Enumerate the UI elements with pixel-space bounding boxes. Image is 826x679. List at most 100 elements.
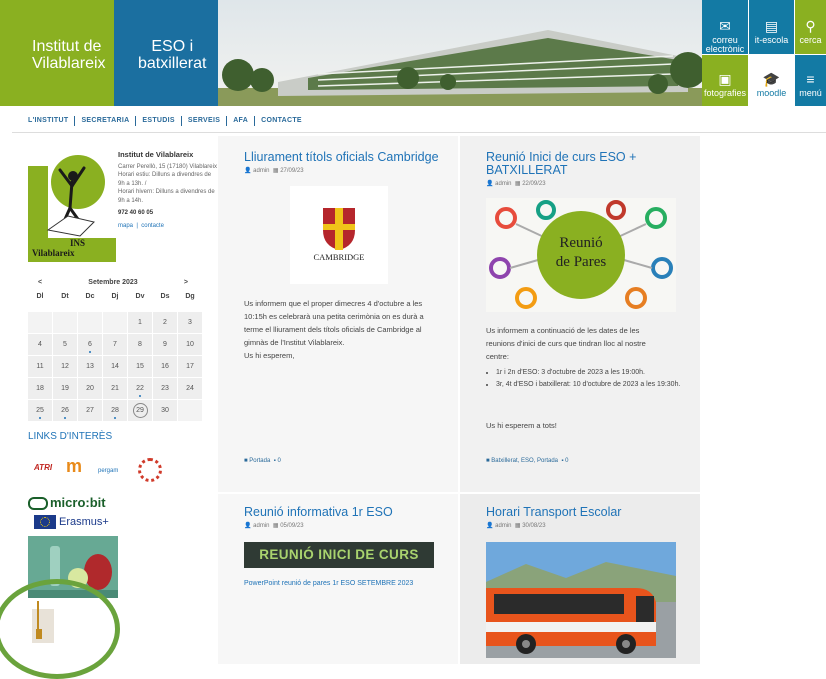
calendar-day-number: 30 [161, 407, 169, 414]
post-author[interactable]: admin [253, 168, 269, 174]
event-dot [39, 417, 41, 419]
email-tile[interactable]: ✉ correu electrònic [702, 0, 748, 54]
calendar-day-number: 22 [136, 385, 144, 392]
post-author[interactable]: admin [495, 523, 511, 529]
post-body: Us informem a continuació de les dates d… [486, 326, 646, 361]
nav-contacte[interactable]: CONTACTE [254, 116, 308, 126]
calendar-day[interactable]: 26 [53, 400, 77, 421]
cambridge-label: CAMBRIDGE [313, 252, 365, 262]
menu-tile[interactable]: ≡ menú [795, 55, 826, 106]
bullet-item: 3r, 4t d'ESO i batxillerat: 10 d'octubre… [496, 380, 684, 390]
school-logo-block[interactable]: Institut de Vilablareix [0, 0, 114, 106]
calendar-day-number: 28 [111, 407, 119, 414]
calendar-day[interactable]: 25 [28, 400, 52, 421]
post-comments[interactable]: 0 [277, 458, 280, 464]
calendar-day[interactable]: 13 [78, 356, 102, 377]
calendar-day[interactable]: 28 [103, 400, 127, 421]
school-bus-image[interactable] [486, 542, 676, 658]
post-author[interactable]: admin [495, 181, 511, 187]
bullet-item: 1r i 2n d'ESO: 3 d'octubre de 2023 a les… [496, 368, 684, 378]
pergam-logo[interactable]: pergam [98, 468, 118, 474]
calendar-day-number: 3 [188, 319, 192, 326]
calendar-day-header: Dg [185, 293, 195, 300]
calendar-next-button[interactable]: > [184, 279, 198, 286]
eu-flag-icon [34, 515, 56, 529]
nav-estudis[interactable]: ESTUDIS [135, 116, 180, 126]
calendar-day[interactable]: 10 [178, 334, 202, 355]
calendar-day[interactable]: 30 [153, 400, 177, 421]
moodle-link-logo[interactable]: m [66, 456, 82, 477]
calendar-day[interactable]: 21 [103, 378, 127, 399]
calendar-month: Setembre 2023 [88, 278, 138, 286]
calendar-day[interactable]: 22 [128, 378, 152, 399]
calendar-day[interactable]: 14 [103, 356, 127, 377]
calendar-prev-button[interactable]: < [28, 279, 42, 286]
photos-label: fotografies [703, 88, 747, 98]
calendar-day-number: 5 [63, 341, 67, 348]
calendar-day[interactable]: 29 [128, 400, 152, 421]
erasmus-link[interactable]: Erasmus+ [34, 515, 109, 529]
calendar-day[interactable]: 18 [28, 378, 52, 399]
wheel-logo-icon[interactable] [138, 458, 162, 482]
microbit-link[interactable]: micro:bit [28, 495, 106, 511]
studies-block[interactable]: ESO i batxillerat [114, 0, 218, 106]
calendar-day[interactable]: 5 [53, 334, 77, 355]
post-body-link[interactable]: PowerPoint reunió de pares 1r ESO SETEMB… [244, 578, 434, 590]
school-hours-winter: Horari hivern: Dilluns a divendres de 9h… [118, 189, 215, 204]
calendar-day[interactable]: 17 [178, 356, 202, 377]
post-title[interactable]: Reunió Inici de curs ESO + BATXILLERAT [486, 151, 666, 177]
calendar-day[interactable]: 16 [153, 356, 177, 377]
photos-tile[interactable]: ▣ fotografies [702, 55, 748, 106]
post-author[interactable]: admin [253, 523, 269, 529]
post-title[interactable]: Reunió informativa 1r ESO [244, 506, 454, 519]
post-category[interactable]: Portada [249, 458, 270, 464]
calendar-day[interactable]: 3 [178, 312, 202, 333]
calendar-icon: ▦ [272, 168, 279, 174]
calendar-day-number: 25 [36, 407, 44, 414]
search-label: cerca [799, 35, 822, 45]
calendar-day[interactable]: 8 [128, 334, 152, 355]
calendar-day[interactable]: 11 [28, 356, 52, 377]
reunio-inici-curs-image[interactable]: REUNIÓ INICI DE CURS [244, 542, 434, 568]
calendar-day[interactable]: 9 [153, 334, 177, 355]
moodle-label: moodle [756, 88, 787, 98]
post-meta: 👤 admin ▦ 27/09/23 [244, 167, 304, 174]
cambridge-image[interactable]: CAMBRIDGE [290, 186, 388, 284]
reunio-pares-image[interactable]: Reunió de Pares [486, 198, 676, 312]
calendar-day[interactable]: 24 [178, 378, 202, 399]
calendar-day[interactable]: 4 [28, 334, 52, 355]
post-title[interactable]: Lliurament títols oficials Cambridge [244, 151, 454, 164]
calendar-day[interactable]: 7 [103, 334, 127, 355]
calendar-day-number: 11 [36, 363, 44, 370]
map-link[interactable]: mapa [118, 223, 133, 229]
calendar-day[interactable]: 12 [53, 356, 77, 377]
calendar-day[interactable]: 6 [78, 334, 102, 355]
ins-logo-text2: Vilablareix [32, 248, 75, 258]
nav-serveis[interactable]: SERVEIS [180, 116, 226, 126]
calendar-day[interactable]: 2 [153, 312, 177, 333]
nav-secretaria[interactable]: SECRETARIA [74, 116, 135, 126]
post-categories[interactable]: Batxillerat, ESO, Portada [491, 458, 558, 464]
post-card-reunio-pares: Reunió Inici de curs ESO + BATXILLERAT 👤… [460, 136, 700, 492]
search-tile[interactable]: ⚲ cerca [795, 0, 826, 54]
nav-afa[interactable]: AFA [226, 116, 254, 126]
calendar-day[interactable]: 20 [78, 378, 102, 399]
moodle-tile[interactable]: 🎓 moodle [749, 55, 794, 106]
calendar-day[interactable]: 19 [53, 378, 77, 399]
calendar-day-header: Dt [61, 293, 69, 300]
post-title[interactable]: Horari Transport Escolar [486, 506, 696, 519]
calendar-day[interactable]: 15 [128, 356, 152, 377]
calendar-day-number: 27 [86, 407, 94, 414]
post-comments[interactable]: 0 [565, 458, 568, 464]
it-escola-tile[interactable]: ▤ it-escola [749, 0, 794, 54]
calendar-day[interactable]: 23 [153, 378, 177, 399]
contact-link[interactable]: contacte [141, 223, 164, 229]
studies-line2: batxillerat [138, 55, 207, 72]
calendar-day-header: Dj [111, 293, 119, 300]
post-card-cambridge: Lliurament títols oficials Cambridge 👤 a… [218, 136, 458, 492]
calendar-day[interactable]: 27 [78, 400, 102, 421]
nav-institut[interactable]: L'INSTITUT [28, 116, 74, 126]
calendar-day[interactable]: 1 [128, 312, 152, 333]
main-nav: L'INSTITUT SECRETARIA ESTUDIS SERVEIS AFA CON… [28, 116, 308, 130]
atri-logo[interactable]: ATRI [34, 463, 52, 472]
